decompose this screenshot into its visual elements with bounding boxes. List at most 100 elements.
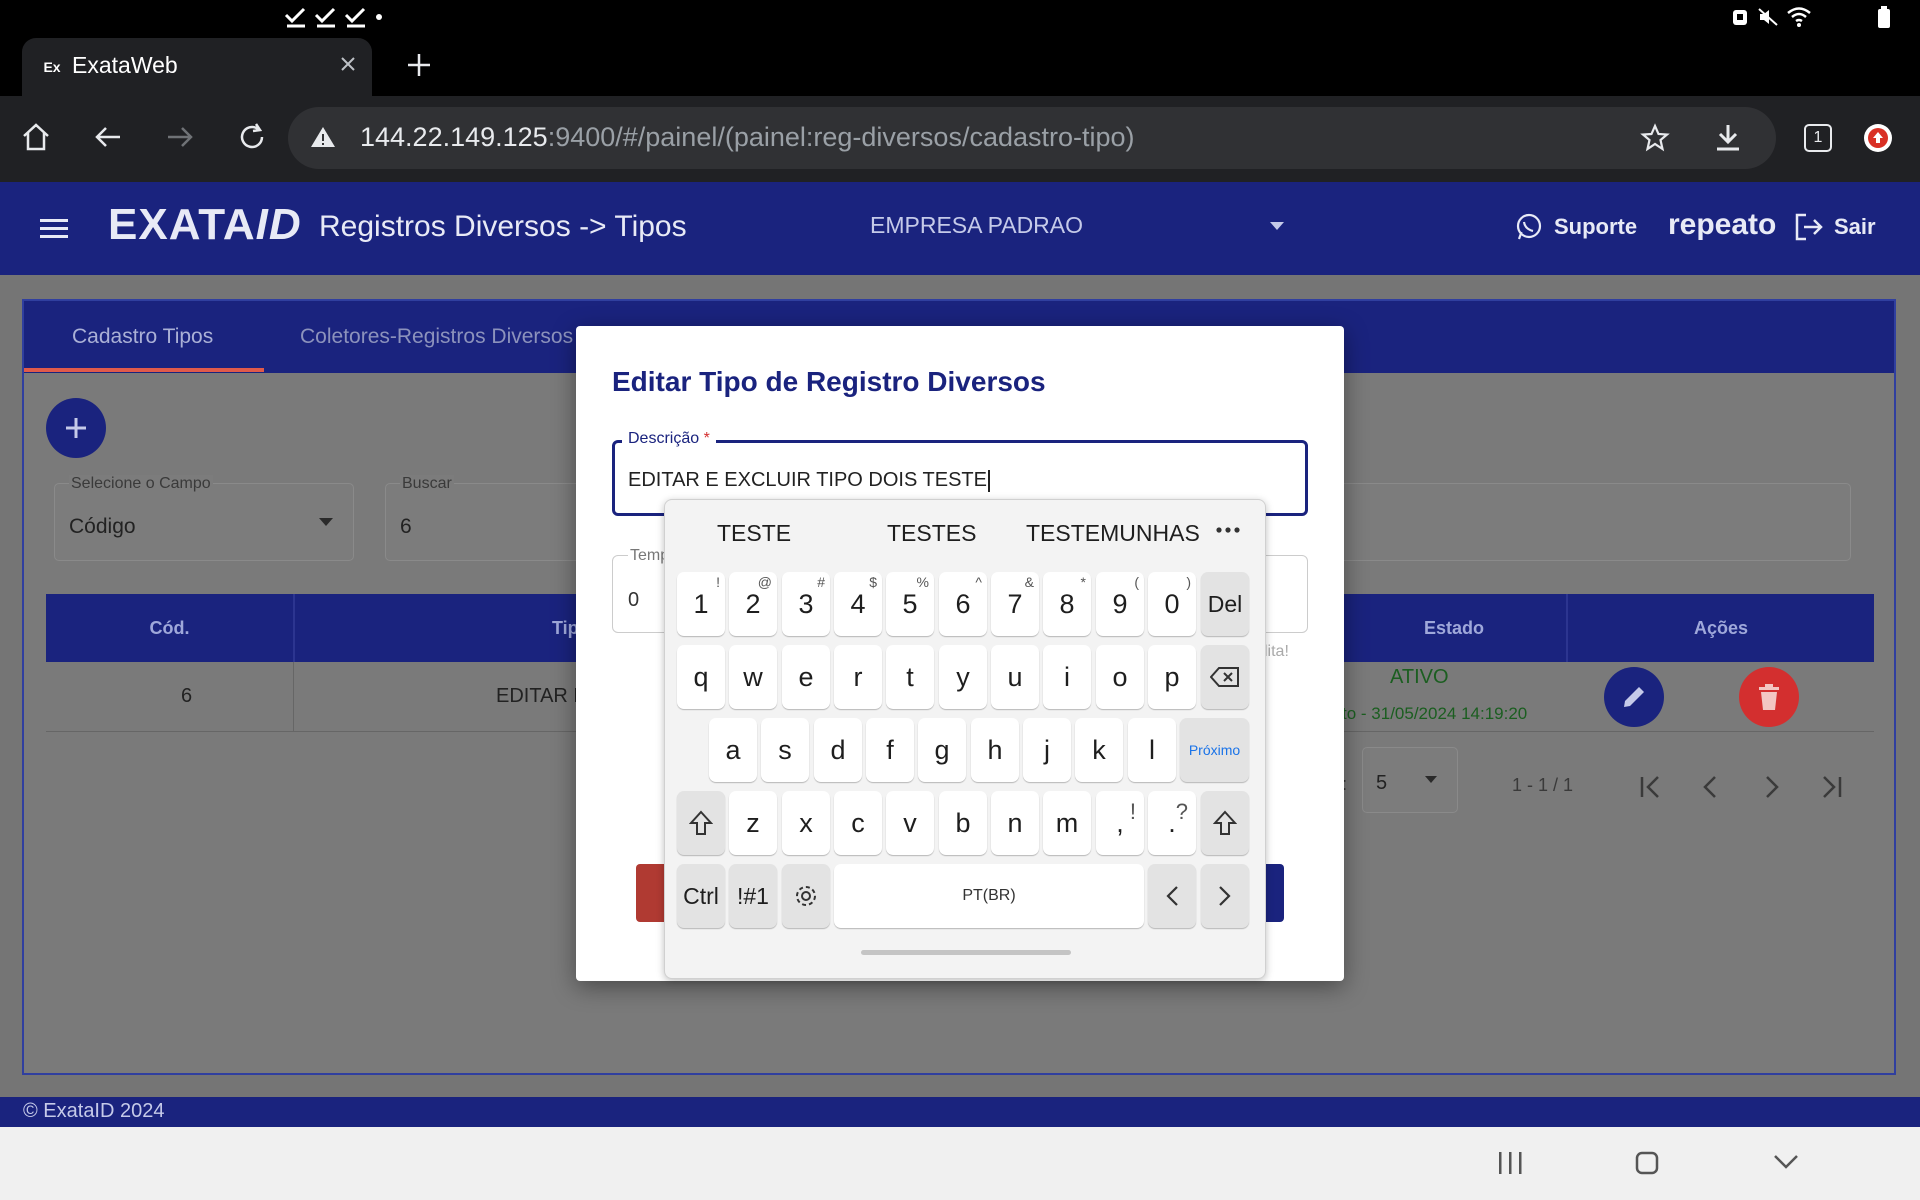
key-u[interactable]: u [991,645,1039,709]
forward-icon[interactable] [164,121,196,153]
edit-button[interactable] [1604,667,1664,727]
key-v[interactable]: v [886,791,934,855]
tab-coletores[interactable]: Coletores-Registros Diversos [300,325,573,349]
col-header-tipo: Tip [552,594,579,662]
key-i[interactable]: i [1043,645,1091,709]
hide-keyboard-icon[interactable] [1772,1152,1800,1172]
key-r[interactable]: r [834,645,882,709]
key-ctrl[interactable]: Ctrl [677,864,725,928]
status-date: sex., 31 de mai. [106,4,299,32]
key-g[interactable]: g [918,718,966,782]
key-0[interactable]: 0) [1148,572,1196,636]
chevron-down-icon[interactable] [1268,220,1286,232]
check-notification-icon [314,7,336,28]
user-name: repeato [1668,208,1777,241]
last-page-icon[interactable] [1818,774,1844,800]
update-menu-icon[interactable] [1864,124,1892,152]
key-8[interactable]: 8 * [1043,572,1091,636]
delete-button[interactable] [1739,667,1799,727]
close-tab-icon[interactable] [336,52,360,76]
key-e[interactable]: e [782,645,830,709]
shift-left-key[interactable] [677,791,725,855]
key-m[interactable]: m [1043,791,1091,855]
key-s[interactable]: s [761,718,809,782]
cursor-right-key[interactable] [1201,864,1249,928]
dropdown-arrow-icon[interactable] [318,517,334,527]
tab-switcher-icon[interactable]: 1 [1804,124,1832,152]
back-icon[interactable] [92,121,124,153]
key-p[interactable]: p [1148,645,1196,709]
support-button[interactable]: Suporte [1514,212,1637,242]
logout-button[interactable]: Sair [1794,212,1876,242]
keyboard-drag-handle[interactable] [861,950,1071,955]
url-text[interactable]: 144.22.149.125:9400/#/painel/(painel:reg… [360,122,1135,153]
add-button[interactable] [46,398,106,458]
key-7[interactable]: 7 & [991,572,1039,636]
key-l[interactable]: l [1128,718,1176,782]
prev-page-icon[interactable] [1698,774,1724,800]
home-icon[interactable] [20,121,52,153]
next-page-icon[interactable] [1758,774,1784,800]
key-5[interactable]: 5% [886,572,934,636]
recent-apps-icon[interactable] [1496,1150,1524,1176]
bookmark-star-icon[interactable] [1640,123,1670,153]
key-4[interactable]: 4 $ [834,572,882,636]
key-symbols[interactable]: !#1 [729,864,777,928]
home-nav-icon[interactable] [1634,1150,1660,1176]
key-j[interactable]: j [1023,718,1071,782]
key-f[interactable]: f [866,718,914,782]
key-o[interactable]: o [1096,645,1144,709]
key-w[interactable]: w [729,645,777,709]
company-select[interactable]: EMPRESA PADRAO [870,212,1083,239]
backspace-key[interactable] [1201,645,1249,709]
key-h[interactable]: h [971,718,1019,782]
key-next[interactable]: Próximo [1180,718,1249,782]
tab-cadastro-tipos[interactable]: Cadastro Tipos [72,325,213,349]
key-q[interactable]: q [677,645,725,709]
key-3[interactable]: 3 # [782,572,830,636]
new-tab-icon[interactable] [404,50,434,80]
browser-tab[interactable]: Ex ExataWeb [22,38,372,96]
download-icon[interactable] [1714,123,1742,153]
key-alt: & [1024,574,1034,590]
key-c[interactable]: c [834,791,882,855]
not-secure-warning-icon[interactable] [310,125,336,149]
cursor-left-key[interactable] [1148,864,1196,928]
description-value[interactable]: EDITAR E EXCLUIR TIPO DOIS TESTE [628,469,990,492]
suggestion-3[interactable]: TESTEMUNHAS [1026,520,1200,547]
key-comma[interactable]: ,! [1096,791,1144,855]
key-1[interactable]: 1! [677,572,725,636]
key-n[interactable]: n [991,791,1039,855]
chevron-left-icon [1166,886,1178,906]
key-y[interactable]: y [939,645,987,709]
footer-copyright: © ExataID 2024 [23,1100,165,1122]
col-header-codigo: Cód. [46,594,293,662]
key-a[interactable]: a [709,718,757,782]
key-x[interactable]: x [782,791,830,855]
dropdown-arrow-icon[interactable] [1424,775,1438,784]
key-b[interactable]: b [939,791,987,855]
tempo-value: 0 [628,589,640,611]
alarm-icon [1732,10,1747,25]
key-k[interactable]: k [1075,718,1123,782]
key-z[interactable]: z [729,791,777,855]
key-del[interactable]: Del [1201,572,1249,636]
key-d[interactable]: d [814,718,862,782]
key-9[interactable]: 9( [1096,572,1144,636]
suggestion-2[interactable]: TESTES [887,520,976,547]
menu-icon[interactable] [40,216,68,240]
key-2[interactable]: 2 @ [729,572,777,636]
more-options-icon[interactable] [1215,526,1241,534]
field-select-value: Código [69,515,136,538]
key-t[interactable]: t [886,645,934,709]
reload-icon[interactable] [236,121,268,153]
key-period[interactable]: .? [1148,791,1196,855]
support-label: Suporte [1554,214,1638,239]
required-mark: * [703,430,710,447]
space-key[interactable]: PT(BR) [834,864,1144,928]
key-6[interactable]: 6 ^ [939,572,987,636]
suggestion-1[interactable]: TESTE [717,520,791,547]
shift-right-key[interactable] [1201,791,1249,855]
keyboard-settings-key[interactable] [782,864,830,928]
first-page-icon[interactable] [1638,774,1664,800]
